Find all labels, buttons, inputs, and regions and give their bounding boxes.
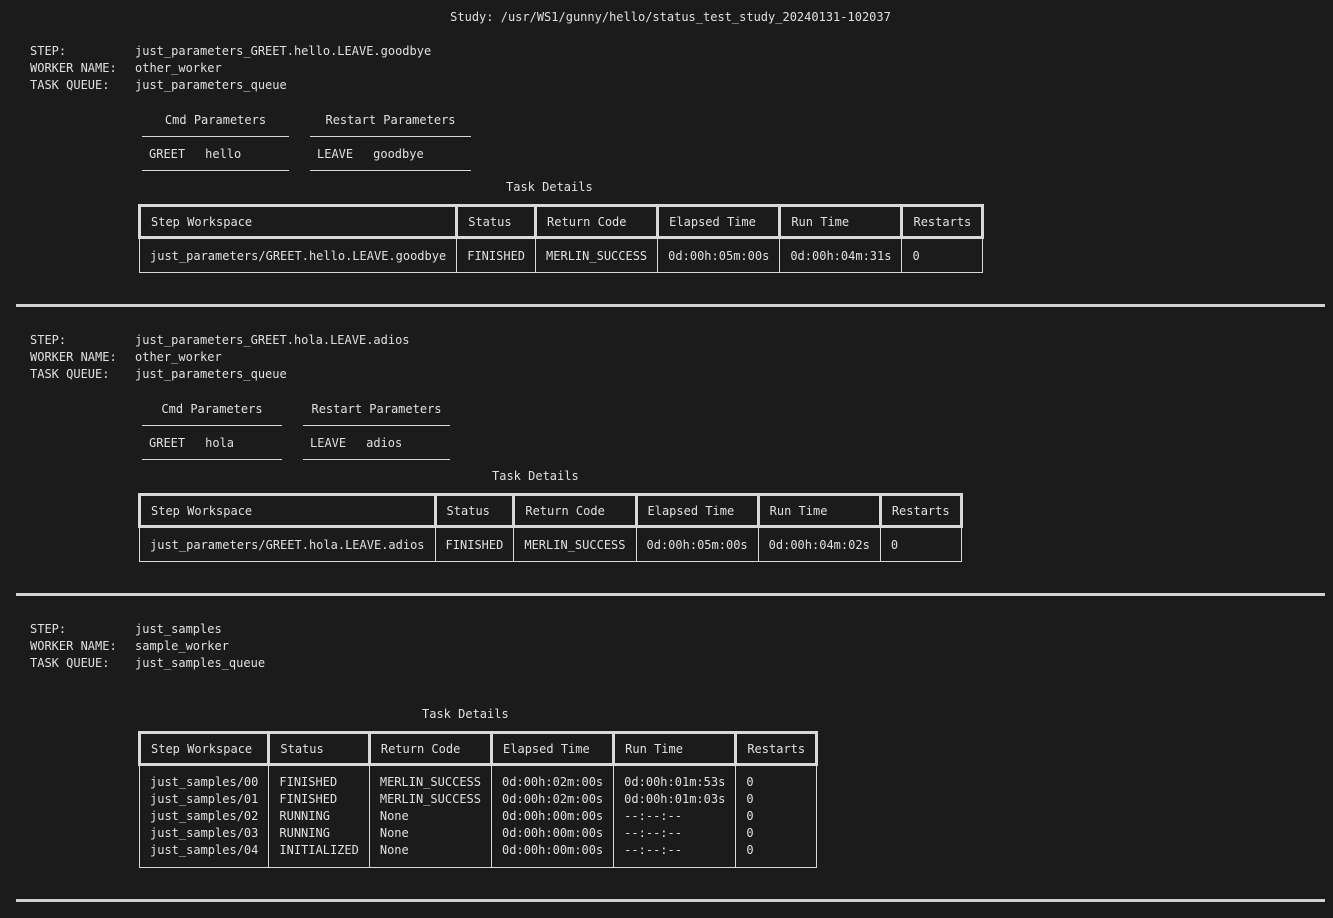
cell-return-code: MERLIN_SUCCESS MERLIN_SUCCESS None None … <box>368 764 493 868</box>
task-details-title: Task Details <box>422 707 509 721</box>
cell-status: FINISHED <box>434 526 515 562</box>
col-step-workspace: Step Workspace <box>137 731 271 766</box>
col-status: Status <box>267 731 371 766</box>
cell-elapsed: 0d:00h:05m:00s <box>657 237 781 273</box>
cell-status: FINISHED <box>456 237 537 273</box>
cmd-parameter-row: GREET hola <box>142 426 282 460</box>
cmd-parameters-table: Cmd Parameters GREET hola <box>142 392 282 460</box>
col-status: Status <box>455 204 538 239</box>
param-value: adios <box>366 435 403 450</box>
cell-return-code: MERLIN_SUCCESS <box>513 526 637 562</box>
col-restarts: Restarts <box>900 204 985 239</box>
parameters-block: Cmd Parameters GREET hola Restart Paramet… <box>142 392 450 460</box>
col-status: Status <box>433 493 516 528</box>
table-header-row: Step Workspace Status Return Code Elapse… <box>137 204 985 239</box>
cmd-parameters-table: Cmd Parameters GREET hello <box>142 103 289 171</box>
step-info: STEP: just_parameters_GREET.hello.LEAVE.g… <box>30 43 431 94</box>
table-header-row: Step Workspace Status Return Code Elapse… <box>138 493 963 528</box>
cell-restarts: 0 0 0 0 0 <box>735 764 818 868</box>
task-details-title: Task Details <box>506 180 593 194</box>
cell-return-code: MERLIN_SUCCESS <box>535 237 659 273</box>
step-label: STEP: <box>30 622 67 636</box>
cell-run-time: 0d:00h:01m:53s 0d:00h:01m:03s --:--:-- -… <box>613 764 737 868</box>
section-divider <box>16 304 1325 307</box>
task-queue: just_samples_queue <box>135 656 266 670</box>
param-value: hello <box>205 146 242 161</box>
step-name: just_samples <box>135 622 222 636</box>
restart-parameters-table: Restart Parameters LEAVE goodbye <box>310 103 471 171</box>
task-details-title: Task Details <box>492 469 579 483</box>
task-details-table: Step Workspace Status Return Code Elapse… <box>137 731 819 868</box>
task-queue: just_parameters_queue <box>135 367 287 381</box>
study-title: Study: /usr/WS1/gunny/hello/status_test_… <box>450 10 891 24</box>
step-label: STEP: <box>30 44 67 58</box>
worker-label: WORKER NAME: <box>30 350 117 364</box>
param-name: LEAVE <box>317 146 354 161</box>
step-label: STEP: <box>30 333 67 347</box>
table-row: just_parameters/GREET.hello.LEAVE.goodby… <box>138 237 984 273</box>
queue-label: TASK QUEUE: <box>30 78 110 92</box>
table-row: just_samples/00 just_samples/01 just_sam… <box>138 764 818 868</box>
param-name: LEAVE <box>310 435 347 450</box>
worker-name: sample_worker <box>135 639 229 653</box>
section-divider <box>16 899 1325 902</box>
col-run-time: Run Time <box>612 731 738 766</box>
param-value: goodbye <box>373 146 424 161</box>
cell-run-time: 0d:00h:04m:31s <box>779 237 903 273</box>
table-row: just_parameters/GREET.hola.LEAVE.adios F… <box>139 526 962 562</box>
cell-elapsed: 0d:00h:05m:00s <box>635 526 759 562</box>
restart-parameter-row: LEAVE adios <box>303 426 450 460</box>
param-value: hola <box>205 435 235 450</box>
col-return-code: Return Code <box>367 731 494 766</box>
col-step-workspace: Step Workspace <box>138 493 437 528</box>
cmd-parameter-row: GREET hello <box>142 137 289 171</box>
restart-parameter-row: LEAVE goodbye <box>310 137 471 171</box>
step-name: just_parameters_GREET.hola.LEAVE.adios <box>135 333 410 347</box>
worker-name: other_worker <box>135 350 222 364</box>
cell-restarts: 0 <box>879 526 962 562</box>
param-name: GREET <box>149 435 186 450</box>
section-divider <box>16 593 1325 596</box>
table-header-row: Step Workspace Status Return Code Elapse… <box>137 731 819 766</box>
col-run-time: Run Time <box>756 493 882 528</box>
worker-label: WORKER NAME: <box>30 61 117 75</box>
task-details-table: Step Workspace Status Return Code Elapse… <box>138 493 963 562</box>
col-elapsed-time: Elapsed Time <box>634 493 760 528</box>
cell-workspace: just_samples/00 just_samples/01 just_sam… <box>138 764 270 868</box>
cell-run-time: 0d:00h:04m:02s <box>757 526 881 562</box>
col-return-code: Return Code <box>534 204 660 239</box>
restart-parameters-header: Restart Parameters <box>303 392 450 426</box>
step-info: STEP: just_samples WORKER NAME: sample_wor… <box>30 621 265 672</box>
col-elapsed-time: Elapsed Time <box>490 731 616 766</box>
cmd-parameters-header: Cmd Parameters <box>142 103 289 137</box>
task-queue: just_parameters_queue <box>135 78 287 92</box>
step-info: STEP: just_parameters_GREET.hola.LEAVE.ad… <box>30 332 410 383</box>
worker-name: other_worker <box>135 61 222 75</box>
cell-restarts: 0 <box>901 237 984 273</box>
restart-parameters-header: Restart Parameters <box>310 103 471 137</box>
col-run-time: Run Time <box>778 204 904 239</box>
step-name: just_parameters_GREET.hello.LEAVE.goodby… <box>135 44 432 58</box>
col-restarts: Restarts <box>734 731 819 766</box>
cell-workspace: just_parameters/GREET.hola.LEAVE.adios <box>139 526 436 562</box>
queue-label: TASK QUEUE: <box>30 656 110 670</box>
cell-workspace: just_parameters/GREET.hello.LEAVE.goodby… <box>138 237 458 273</box>
task-details-table: Step Workspace Status Return Code Elapse… <box>137 204 985 273</box>
cell-elapsed: 0d:00h:02m:00s 0d:00h:02m:00s 0d:00h:00m… <box>491 764 615 868</box>
col-step-workspace: Step Workspace <box>137 204 459 239</box>
cmd-parameters-header: Cmd Parameters <box>142 392 282 426</box>
worker-label: WORKER NAME: <box>30 639 117 653</box>
param-name: GREET <box>149 146 186 161</box>
cell-status: FINISHED FINISHED RUNNING RUNNING INITIA… <box>268 764 370 868</box>
restart-parameters-table: Restart Parameters LEAVE adios <box>303 392 450 460</box>
col-restarts: Restarts <box>878 493 963 528</box>
parameters-block: Cmd Parameters GREET hello Restart Parame… <box>142 103 471 171</box>
col-elapsed-time: Elapsed Time <box>656 204 782 239</box>
col-return-code: Return Code <box>512 493 638 528</box>
queue-label: TASK QUEUE: <box>30 367 110 381</box>
